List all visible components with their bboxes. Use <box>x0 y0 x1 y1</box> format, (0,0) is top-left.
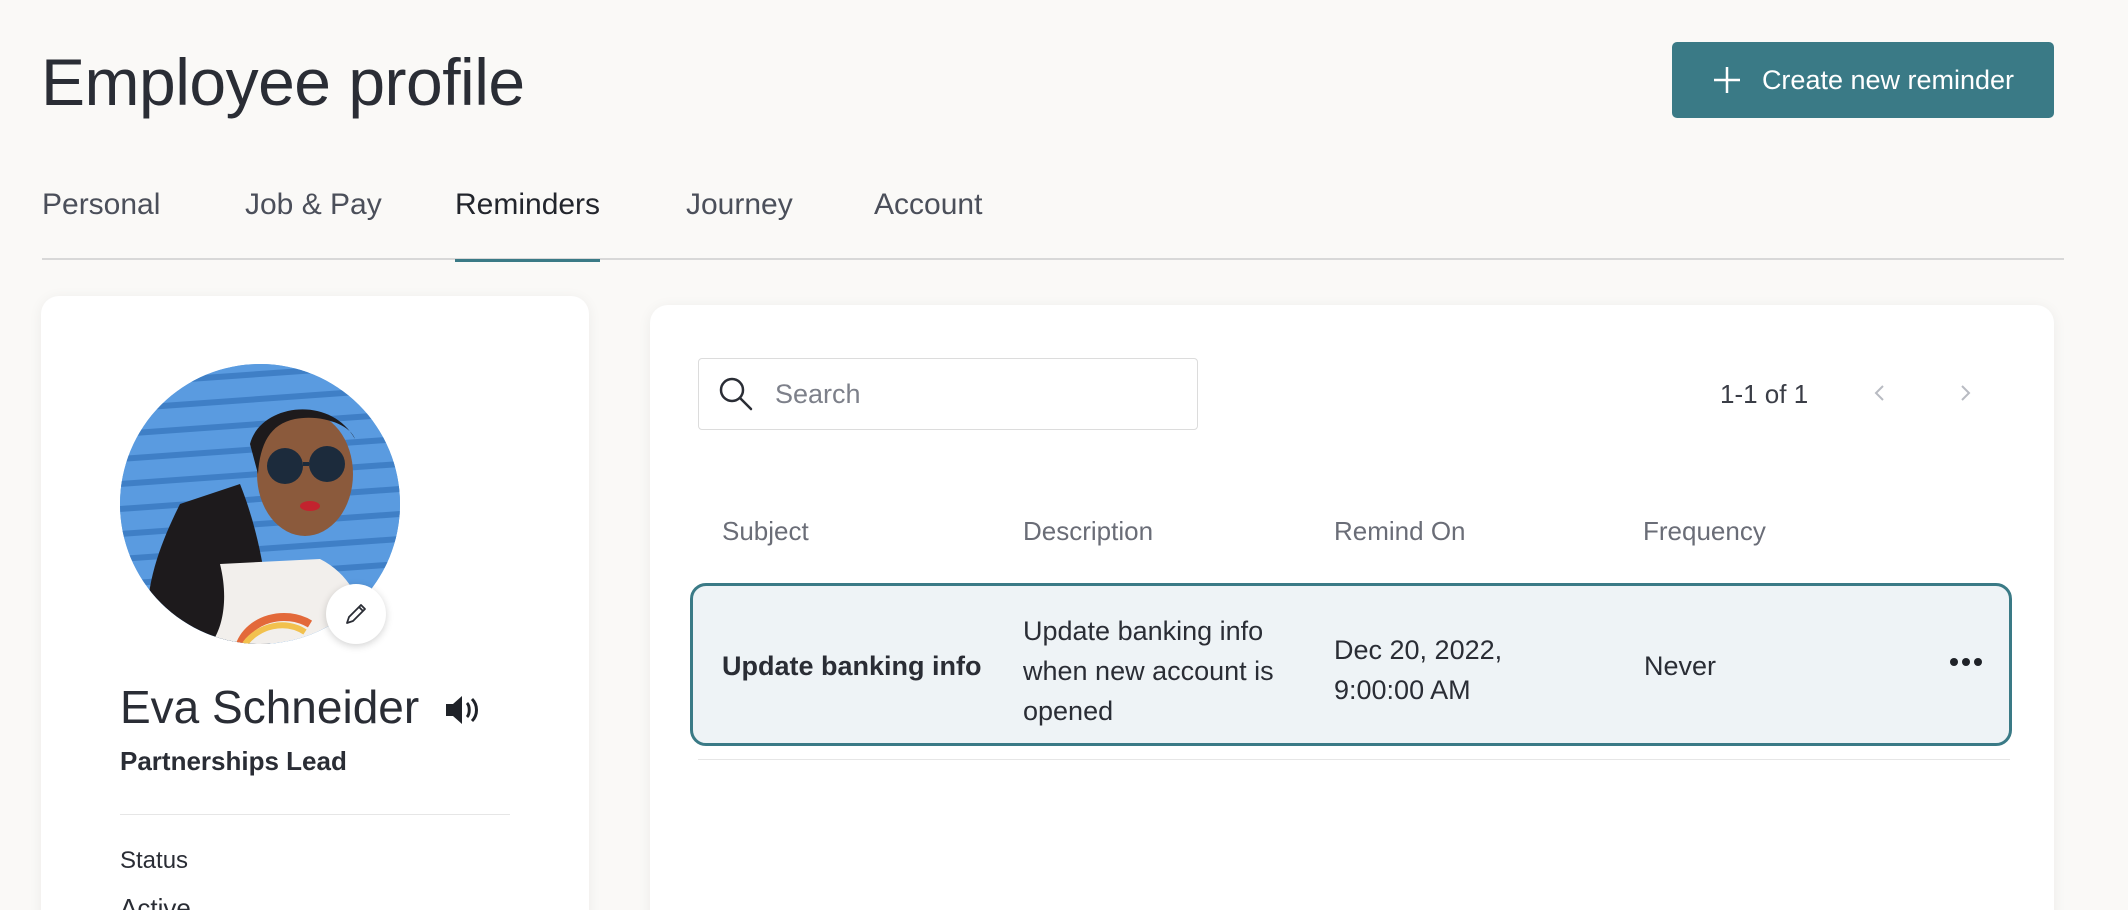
status-value: Active <box>120 893 191 910</box>
page-title: Employee profile <box>41 45 525 119</box>
plus-icon <box>1713 67 1740 93</box>
cell-frequency: Never <box>1644 651 1717 681</box>
edit-photo-button[interactable] <box>326 584 386 644</box>
tab-journey[interactable]: Journey <box>686 188 793 250</box>
create-new-reminder-button[interactable]: Create new reminder <box>1672 42 2054 118</box>
tab-account[interactable]: Account <box>874 188 982 250</box>
column-header-frequency[interactable]: Frequency <box>1643 516 1766 547</box>
reminders-panel: 1-1 of 1 Subject Description Remind On F… <box>650 305 2054 910</box>
employee-name: Eva Schneider <box>120 681 420 733</box>
cell-subject: Update banking info <box>722 651 982 681</box>
search-input[interactable] <box>775 371 1175 417</box>
pencil-icon <box>346 604 366 624</box>
search-box[interactable] <box>698 358 1198 430</box>
cell-description: Update banking info when new account is … <box>1023 616 1274 726</box>
profile-card: Eva Schneider Partnerships Lead Status A… <box>41 296 589 910</box>
divider <box>120 814 510 815</box>
employee-role: Partnerships Lead <box>120 746 347 776</box>
table-row[interactable]: Update banking info Update banking info … <box>690 583 2012 746</box>
pagination-text: 1-1 of 1 <box>1720 379 1809 409</box>
chevron-left-icon[interactable] <box>1865 378 1895 408</box>
column-header-subject[interactable]: Subject <box>722 516 809 547</box>
tab-personal[interactable]: Personal <box>42 188 160 250</box>
more-horizontal-icon[interactable] <box>1949 652 1983 672</box>
speaker-icon[interactable] <box>442 689 484 731</box>
column-header-remind-on[interactable]: Remind On <box>1334 516 1466 547</box>
row-divider <box>698 759 2010 760</box>
chevron-right-icon[interactable] <box>1950 378 1980 408</box>
create-new-reminder-label: Create new reminder <box>1761 64 2015 95</box>
tab-reminders[interactable]: Reminders <box>455 188 601 262</box>
search-icon <box>719 377 753 411</box>
cell-remind-on: Dec 20, 2022, 9:00:00 AM <box>1334 635 1503 705</box>
tab-job-pay[interactable]: Job & Pay <box>245 188 382 250</box>
status-label: Status <box>120 847 189 874</box>
profile-tabs: Personal Job & Pay Reminders Journey Acc… <box>42 175 2064 262</box>
employee-profile-page: Employee profile Create new reminder Per… <box>0 0 2128 910</box>
column-header-description[interactable]: Description <box>1023 516 1153 547</box>
